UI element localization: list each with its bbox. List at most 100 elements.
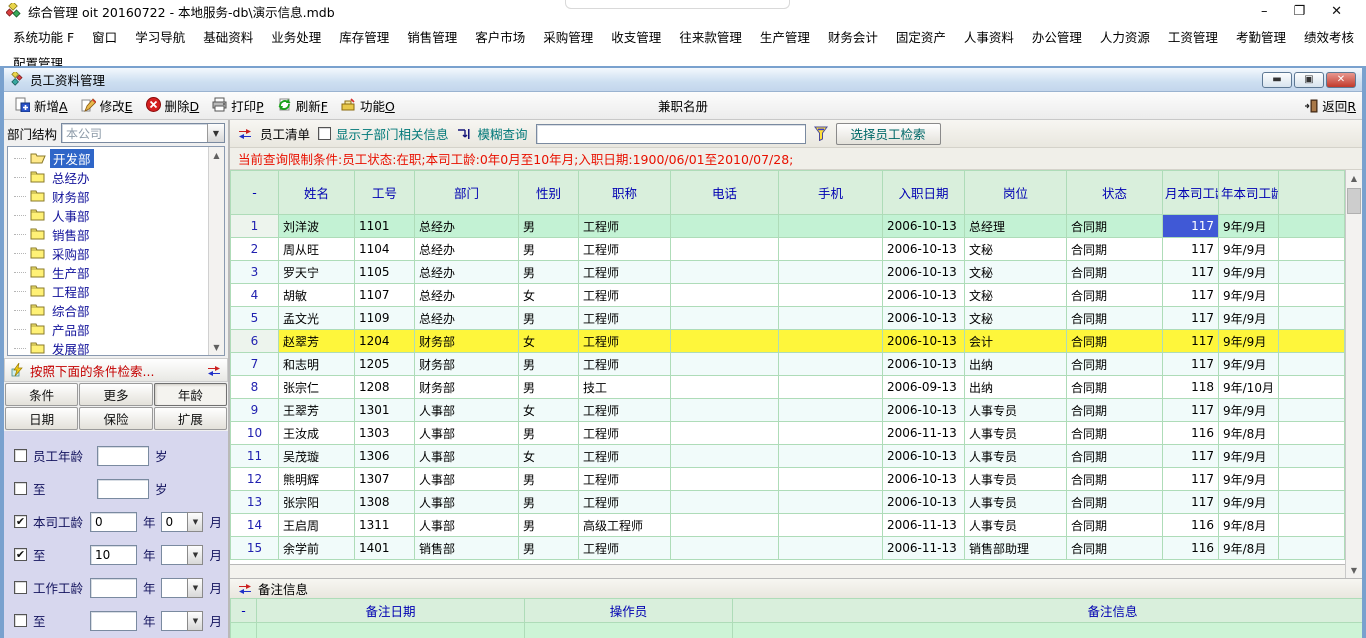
menu-item-固定资产[interactable]: 固定资产: [887, 24, 955, 49]
cell[interactable]: 117: [1163, 238, 1219, 261]
cell[interactable]: 合同期: [1067, 238, 1163, 261]
cell[interactable]: 9年/9月: [1219, 445, 1279, 468]
cell[interactable]: 117: [1163, 307, 1219, 330]
column-header-年本司工龄[interactable]: 年本司工龄: [1219, 171, 1279, 215]
checkbox-icon[interactable]: ✔: [14, 515, 27, 528]
cell[interactable]: 9年/9月: [1219, 284, 1279, 307]
scroll-down-icon[interactable]: ▼: [209, 339, 225, 355]
cell[interactable]: 总经办: [415, 261, 519, 284]
cell[interactable]: [779, 330, 883, 353]
notes-column-header-num[interactable]: -: [231, 599, 257, 623]
cell[interactable]: 9年/9月: [1219, 330, 1279, 353]
menu-item-系统功能 F[interactable]: 系统功能 F: [4, 24, 83, 49]
cell[interactable]: 116: [1163, 514, 1219, 537]
filter-button-更多[interactable]: 更多: [79, 383, 152, 406]
cell[interactable]: 2006-10-13: [883, 445, 965, 468]
cell[interactable]: 117: [1163, 330, 1219, 353]
column-header-num[interactable]: -: [231, 171, 279, 215]
table-row[interactable]: 7和志明1205财务部男工程师2006-10-13出纳合同期1179年/9月: [231, 353, 1345, 376]
cell[interactable]: 张宗阳: [279, 491, 355, 514]
return-button[interactable]: 返回R: [1305, 96, 1356, 115]
cell[interactable]: 余学前: [279, 537, 355, 560]
cell[interactable]: 工程师: [579, 445, 671, 468]
cell[interactable]: 合同期: [1067, 399, 1163, 422]
cell[interactable]: 总经办: [415, 284, 519, 307]
cell[interactable]: 罗天宁: [279, 261, 355, 284]
cell[interactable]: 1208: [355, 376, 415, 399]
cell[interactable]: 3: [231, 261, 279, 284]
table-row[interactable]: 13张宗阳1308人事部男工程师2006-10-13人事专员合同期1179年/9…: [231, 491, 1345, 514]
cell[interactable]: 张宗仁: [279, 376, 355, 399]
menu-item-库存管理[interactable]: 库存管理: [330, 24, 398, 49]
cell[interactable]: 文秘: [965, 307, 1067, 330]
cell[interactable]: [671, 215, 779, 238]
cell[interactable]: 销售部: [415, 537, 519, 560]
cell[interactable]: 2006-10-13: [883, 330, 965, 353]
month-dropdown[interactable]: ▼: [161, 578, 203, 598]
cell[interactable]: 男: [519, 261, 579, 284]
cell[interactable]: [671, 468, 779, 491]
condition-value-input[interactable]: [90, 611, 137, 631]
cell[interactable]: [779, 445, 883, 468]
cell[interactable]: 117: [1163, 215, 1219, 238]
restore-button[interactable]: ❐: [1293, 4, 1305, 19]
cell[interactable]: 总经办: [415, 215, 519, 238]
cell[interactable]: 工程师: [579, 261, 671, 284]
checkbox-icon[interactable]: [14, 482, 27, 495]
cell[interactable]: 合同期: [1067, 491, 1163, 514]
cell[interactable]: 总经办: [415, 307, 519, 330]
cell[interactable]: 工程师: [579, 353, 671, 376]
cell[interactable]: 合同期: [1067, 215, 1163, 238]
menu-item-生产管理[interactable]: 生产管理: [751, 24, 819, 49]
cell[interactable]: 工程师: [579, 215, 671, 238]
cell[interactable]: 9年/9月: [1219, 399, 1279, 422]
column-header-手机[interactable]: 手机: [779, 171, 883, 215]
filter-button-条件[interactable]: 条件: [5, 383, 78, 406]
cell[interactable]: [671, 445, 779, 468]
cell[interactable]: 王翠芳: [279, 399, 355, 422]
cell[interactable]: 合同期: [1067, 537, 1163, 560]
child-minimize-button[interactable]: ▬: [1262, 72, 1292, 88]
cell[interactable]: [779, 307, 883, 330]
cell[interactable]: 1401: [355, 537, 415, 560]
notes-row-partial[interactable]: [231, 623, 1363, 638]
cell[interactable]: 男: [519, 215, 579, 238]
menu-item-采购管理[interactable]: 采购管理: [534, 24, 602, 49]
menu-item-办公管理[interactable]: 办公管理: [1023, 24, 1091, 49]
chevron-down-icon[interactable]: ▼: [187, 578, 203, 598]
cell[interactable]: 9年/8月: [1219, 514, 1279, 537]
menu-item-客户市场[interactable]: 客户市场: [466, 24, 534, 49]
cell[interactable]: [671, 422, 779, 445]
cell[interactable]: 财务部: [415, 376, 519, 399]
cell[interactable]: 117: [1163, 284, 1219, 307]
cell[interactable]: 2006-09-13: [883, 376, 965, 399]
checkbox-icon[interactable]: [318, 127, 331, 140]
cell[interactable]: 女: [519, 330, 579, 353]
cell[interactable]: 9年/9月: [1219, 491, 1279, 514]
cell[interactable]: 9年/10月: [1219, 376, 1279, 399]
cell[interactable]: 总经办: [415, 238, 519, 261]
cell[interactable]: [779, 422, 883, 445]
cell[interactable]: 赵翠芳: [279, 330, 355, 353]
swap-arrows-icon[interactable]: [207, 365, 221, 376]
table-row[interactable]: 8张宗仁1208财务部男技工2006-09-13出纳合同期1189年/10月: [231, 376, 1345, 399]
cell[interactable]: [671, 537, 779, 560]
cell[interactable]: 7: [231, 353, 279, 376]
cell[interactable]: 118: [1163, 376, 1219, 399]
cell[interactable]: 工程师: [579, 307, 671, 330]
cell[interactable]: 合同期: [1067, 468, 1163, 491]
condition-value-input[interactable]: [97, 479, 149, 499]
cell[interactable]: 人事部: [415, 445, 519, 468]
cell[interactable]: 13: [231, 491, 279, 514]
month-dropdown[interactable]: ▼: [161, 611, 203, 631]
cell[interactable]: 117: [1163, 445, 1219, 468]
cell[interactable]: 工程师: [579, 399, 671, 422]
cell[interactable]: 14: [231, 514, 279, 537]
cell[interactable]: 财务部: [415, 353, 519, 376]
cell[interactable]: 男: [519, 353, 579, 376]
cell[interactable]: 合同期: [1067, 284, 1163, 307]
table-row[interactable]: 9王翠芳1301人事部女工程师2006-10-13人事专员合同期1179年/9月: [231, 399, 1345, 422]
cell[interactable]: 孟文光: [279, 307, 355, 330]
cell[interactable]: 9年/9月: [1219, 468, 1279, 491]
tree-item-工程部[interactable]: 工程部: [14, 282, 208, 301]
